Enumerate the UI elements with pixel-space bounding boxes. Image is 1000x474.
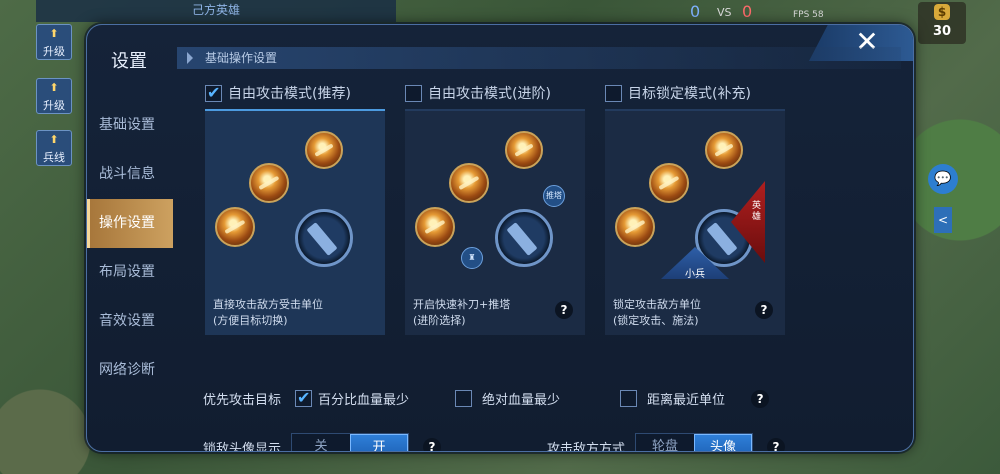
priority-checkbox[interactable] xyxy=(455,390,473,407)
sidebar-item-layout[interactable]: 布局设置 xyxy=(87,248,173,297)
help-icon[interactable]: ? xyxy=(767,438,786,451)
panel-title: 设置 xyxy=(111,51,147,72)
attack-icon xyxy=(295,209,353,267)
settings-panel: 设置 ✕ 基础设置 战斗信息 操作设置 布局设置 音效设置 网络诊断 基础操作设… xyxy=(86,24,914,452)
chat-icon[interactable]: 💬 xyxy=(928,164,958,194)
vs-label: VS xyxy=(717,6,732,19)
priority-checkbox[interactable] xyxy=(620,390,638,407)
skill-icon xyxy=(505,131,543,169)
toggle-avatar[interactable]: 头像 xyxy=(694,434,753,451)
mode-target-lock[interactable]: 目标锁定模式(补充) 英雄 小兵 锁定攻击敌方单位 (锁定攻击、施法) ? xyxy=(605,81,785,335)
skill-icon xyxy=(305,131,343,169)
mode-checkbox[interactable] xyxy=(405,84,422,102)
help-icon[interactable]: ? xyxy=(555,301,573,319)
upgrade-button[interactable]: 升级 xyxy=(36,78,72,114)
attack-method-row: 攻击敌方方式 轮盘 头像 ? xyxy=(547,433,786,452)
push-tower-icon: 推塔 xyxy=(543,185,565,207)
lock-avatar-label: 锁敌头像显示 xyxy=(203,441,282,452)
help-icon[interactable]: ? xyxy=(755,301,773,319)
skill-icon xyxy=(615,207,655,247)
settings-sidebar: 基础设置 战斗信息 操作设置 布局设置 音效设置 网络诊断 xyxy=(87,101,173,395)
attack-icon xyxy=(495,209,553,267)
minion-button[interactable]: 兵线 xyxy=(36,130,72,166)
skill-icon xyxy=(249,163,289,203)
priority-option-absolute-hp[interactable]: 绝对血量最少 xyxy=(455,389,560,408)
skill-icon xyxy=(415,207,455,247)
expand-icon[interactable]: < xyxy=(934,207,952,233)
mode-description: 锁定攻击敌方单位 (锁定攻击、施法) xyxy=(613,298,701,327)
mode-label: 自由攻击模式(进阶) xyxy=(428,86,551,102)
priority-row: 优先攻击目标 百分比血量最少 绝对血量最少 距离最近单位 ? xyxy=(203,388,903,408)
attack-method-label: 攻击敌方方式 xyxy=(547,441,626,452)
mode-checkbox[interactable] xyxy=(605,84,622,102)
toggle-on[interactable]: 开 xyxy=(350,434,409,451)
mode-free-recommended[interactable]: 自由攻击模式(推荐) 直接攻击敌方受击单位 (方便目标切换) xyxy=(205,81,385,335)
enemy-score: 0 xyxy=(742,2,753,21)
last-hit-icon: ♜ xyxy=(461,247,483,269)
mode-label: 自由攻击模式(推荐) xyxy=(228,86,351,102)
priority-option-nearest[interactable]: 距离最近单位 xyxy=(620,389,725,408)
lock-avatar-toggle: 关 开 xyxy=(291,433,410,451)
mode-free-advanced[interactable]: 自由攻击模式(进阶) 推塔 ♜ 开启快速补刀+推塔 (进阶选择) ? xyxy=(405,81,585,335)
team-label: 己方英雄 xyxy=(36,0,396,22)
attack-method-toggle: 轮盘 头像 xyxy=(635,433,754,451)
mode-label: 目标锁定模式(补充) xyxy=(628,86,751,102)
sidebar-item-sound[interactable]: 音效设置 xyxy=(87,297,173,346)
sidebar-item-battle-info[interactable]: 战斗信息 xyxy=(87,150,173,199)
mode-description: 开启快速补刀+推塔 (进阶选择) xyxy=(413,298,511,327)
toggle-off[interactable]: 关 xyxy=(292,434,350,451)
toggle-wheel[interactable]: 轮盘 xyxy=(636,434,694,451)
mode-description: 直接攻击敌方受击单位 (方便目标切换) xyxy=(213,298,323,327)
mode-card[interactable]: 推塔 ♜ 开启快速补刀+推塔 (进阶选择) ? xyxy=(405,109,585,335)
skill-icon xyxy=(649,163,689,203)
settings-content: 基础操作设置 自由攻击模式(推荐) 直接攻击敌方受击单位 (方便目标切换) xyxy=(177,47,913,452)
fps-readout: FPS 58 xyxy=(793,10,824,20)
upgrade-button[interactable]: 升级 xyxy=(36,24,72,60)
coin-counter: 30 xyxy=(918,2,966,44)
sidebar-item-controls[interactable]: 操作设置 xyxy=(87,199,173,248)
priority-option-percent-hp[interactable]: 百分比血量最少 xyxy=(295,388,409,408)
help-icon[interactable]: ? xyxy=(751,389,770,408)
mode-card[interactable]: 英雄 小兵 锁定攻击敌方单位 (锁定攻击、施法) ? xyxy=(605,109,785,335)
priority-checkbox[interactable] xyxy=(295,388,313,407)
priority-label: 优先攻击目标 xyxy=(203,393,282,408)
mode-checkbox[interactable] xyxy=(205,83,222,102)
ally-score: 0 xyxy=(690,2,701,21)
sidebar-item-basic[interactable]: 基础设置 xyxy=(87,101,173,150)
lock-avatar-row: 锁敌头像显示 关 开 ? xyxy=(203,433,442,452)
sidebar-item-network[interactable]: 网络诊断 xyxy=(87,346,173,395)
skill-icon xyxy=(449,163,489,203)
mode-card[interactable]: 直接攻击敌方受击单位 (方便目标切换) xyxy=(205,109,385,335)
section-header: 基础操作设置 xyxy=(177,47,901,69)
help-icon[interactable]: ? xyxy=(423,438,442,451)
skill-icon xyxy=(215,207,255,247)
skill-icon xyxy=(705,131,743,169)
